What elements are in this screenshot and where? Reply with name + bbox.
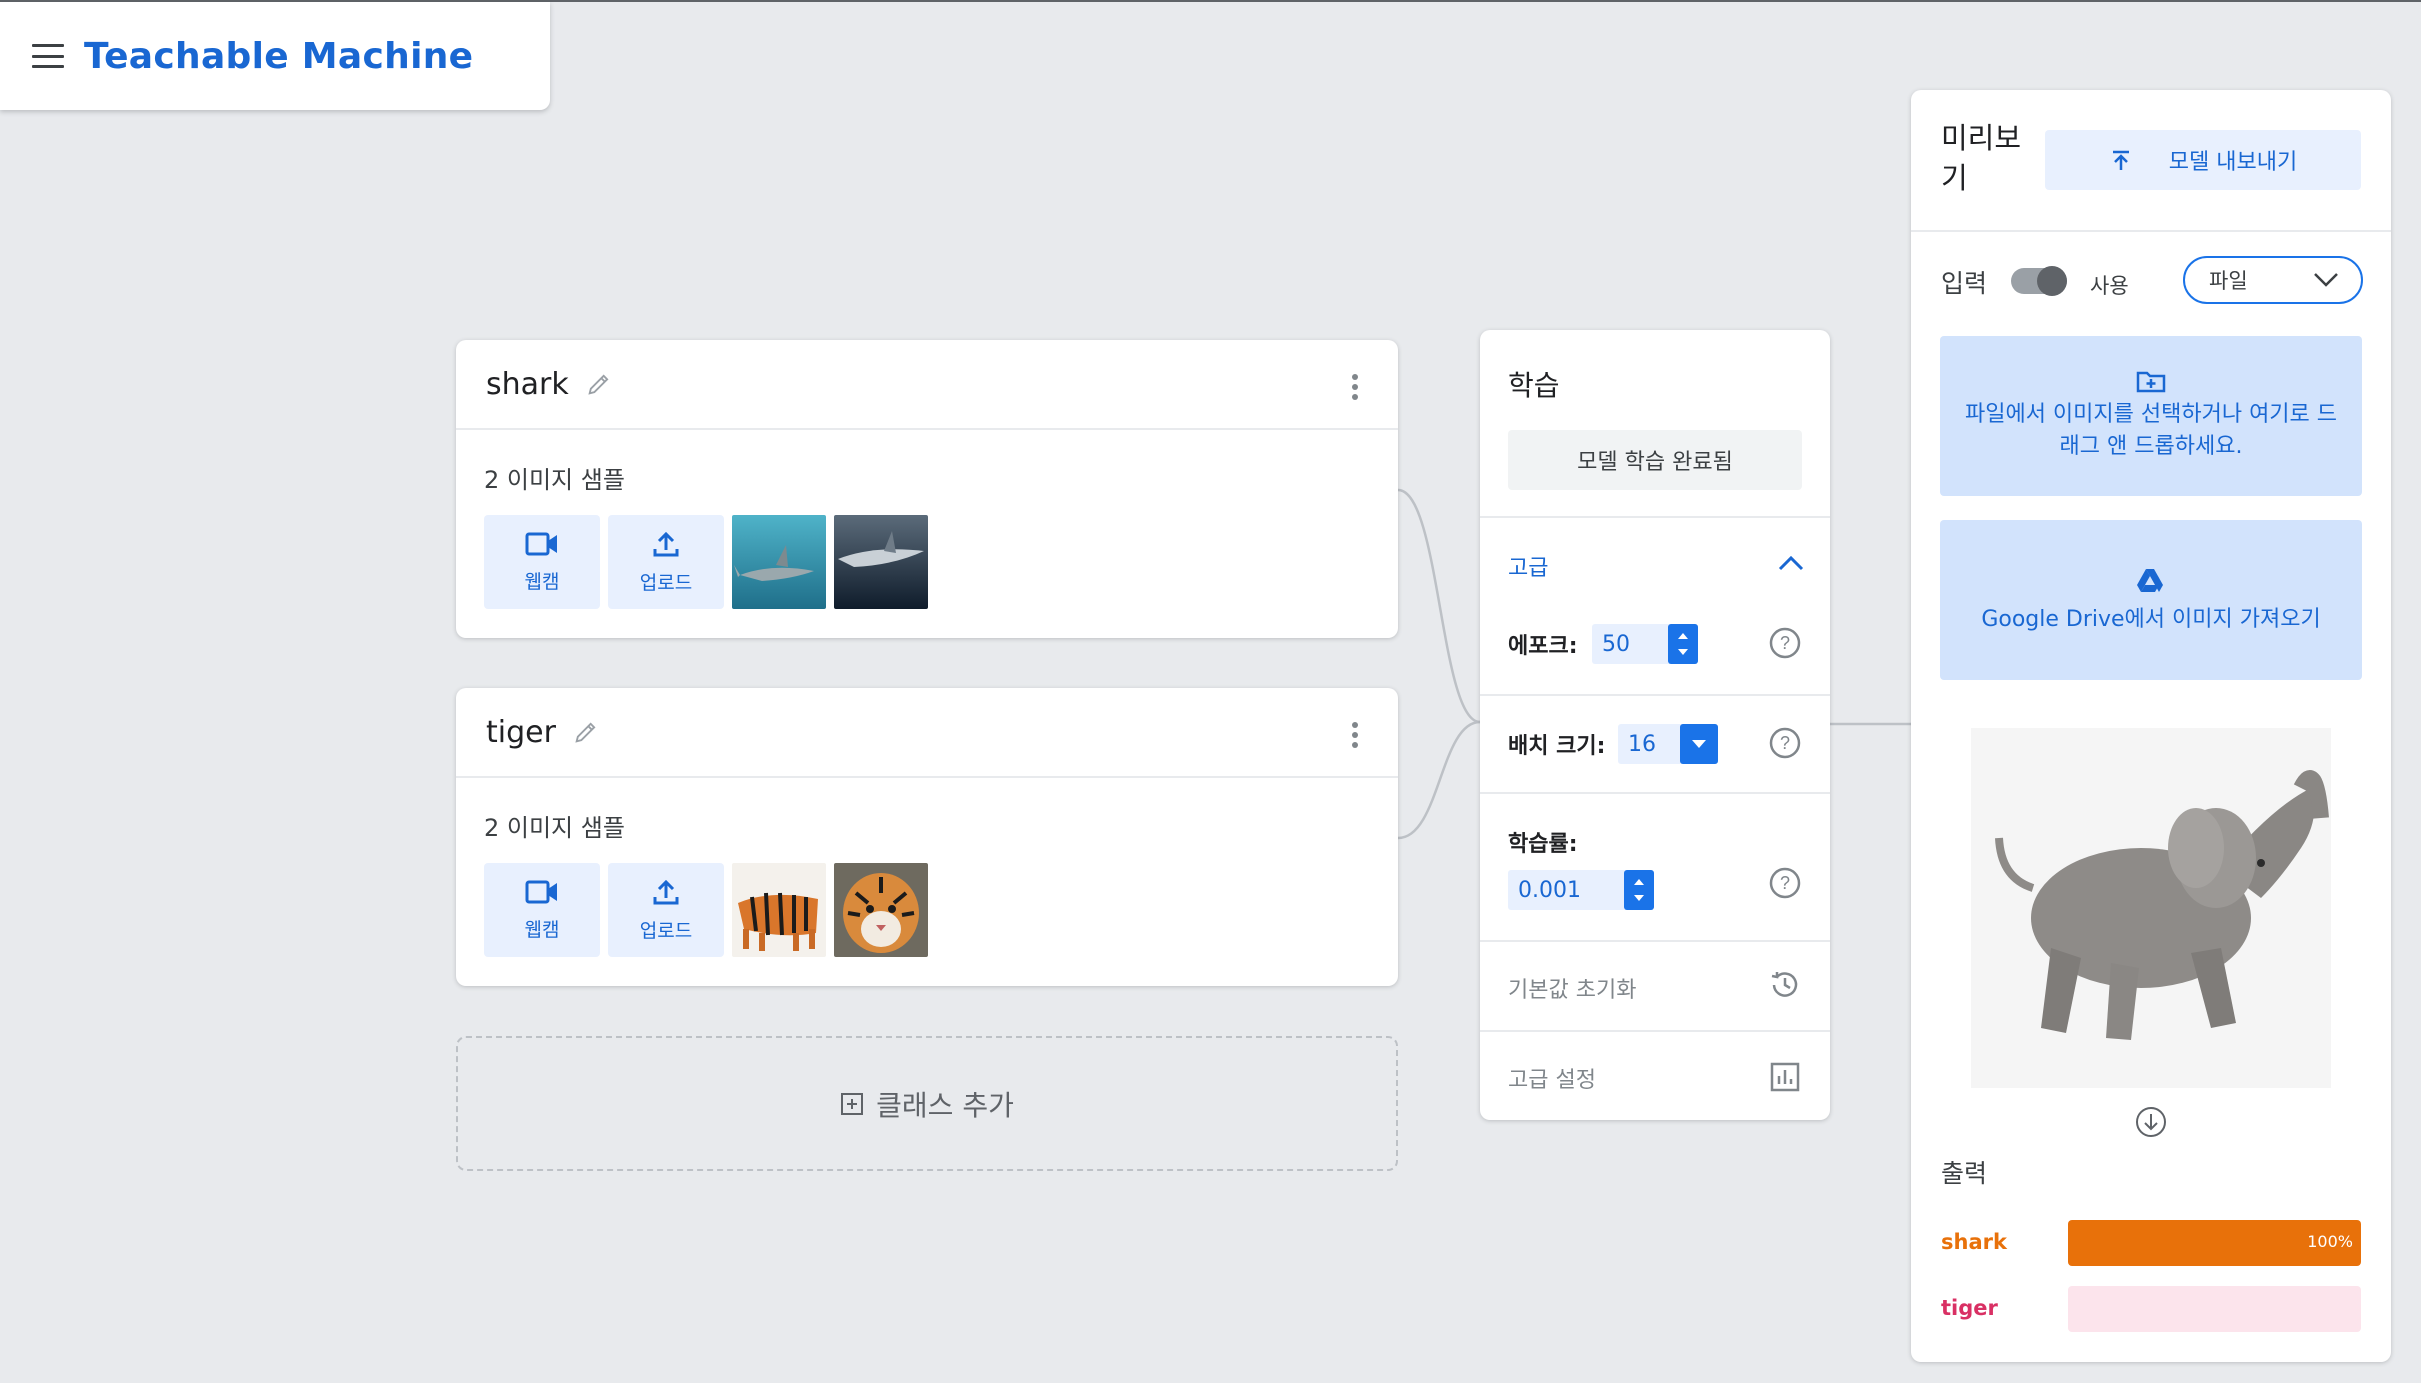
bar-chart-icon[interactable]: [1768, 1060, 1802, 1094]
svg-text:?: ?: [1780, 633, 1790, 653]
input-toggle[interactable]: [2011, 266, 2067, 296]
chevron-down-icon: [2314, 273, 2338, 287]
reset-defaults-button[interactable]: 기본값 초기화: [1508, 972, 1636, 1004]
input-source-select[interactable]: 파일: [2183, 256, 2363, 304]
add-box-icon: [841, 1092, 864, 1115]
upload-icon: [2112, 150, 2129, 170]
divider: [1480, 1030, 1830, 1032]
webcam-icon: [525, 532, 557, 555]
sample-thumbnail[interactable]: [732, 863, 826, 957]
upload-button[interactable]: 업로드: [608, 515, 724, 609]
menu-icon[interactable]: [32, 44, 64, 68]
confidence-percent: 100%: [2307, 1232, 2353, 1251]
arrow-down-icon: [2136, 1107, 2166, 1137]
folder-add-icon: [2136, 371, 2166, 393]
more-options-icon[interactable]: [1352, 374, 1358, 400]
preview-title: 미리보기: [1941, 121, 2022, 195]
webcam-button[interactable]: 웹캠: [484, 863, 600, 957]
sample-thumbnail[interactable]: [834, 515, 928, 609]
google-drive-text: Google Drive에서 이미지 가져오기: [1981, 607, 2321, 632]
preview-panel: 미리보기 모델 내보내기 입력 사용 파일 파일에서 이미지를 선택하거나 여기…: [1911, 90, 2391, 1362]
divider: [1480, 940, 1830, 942]
training-panel: 학습 모델 학습 완료됨 고급 에포크: 50 ? 배치 크기: 16 ? 학습…: [1480, 330, 1830, 1120]
svg-text:?: ?: [1780, 873, 1790, 893]
preview-image: [1971, 728, 2331, 1088]
confidence-bar-track: 100%: [2068, 1220, 2361, 1266]
batch-size-value: 16: [1628, 731, 1656, 757]
sample-count: 2 이미지 샘플: [484, 814, 625, 842]
epochs-input[interactable]: 50: [1592, 624, 1698, 664]
upload-icon: [653, 531, 679, 556]
output-row-tiger: tiger: [1941, 1286, 2361, 1332]
upload-label: 업로드: [639, 919, 693, 942]
add-class-button[interactable]: 클래스 추가: [456, 1036, 1398, 1171]
app-title[interactable]: Teachable Machine: [84, 36, 473, 77]
train-model-button[interactable]: 모델 학습 완료됨: [1508, 430, 1802, 490]
webcam-label: 웹캠: [524, 918, 560, 941]
class-name[interactable]: tiger: [486, 715, 556, 750]
webcam-label: 웹캠: [524, 570, 560, 593]
learning-rate-input[interactable]: 0.001: [1508, 870, 1654, 910]
epochs-value: 50: [1602, 631, 1630, 657]
drop-zone-text: 파일에서 이미지를 선택하거나 여기로 드래그 앤 드롭하세요.: [1964, 402, 2338, 459]
divider: [1480, 792, 1830, 794]
webcam-button[interactable]: 웹캠: [484, 515, 600, 609]
help-icon[interactable]: ?: [1768, 866, 1802, 900]
sample-thumbnail[interactable]: [834, 863, 928, 957]
advanced-settings-button[interactable]: 고급 설정: [1508, 1062, 1596, 1094]
help-icon[interactable]: ?: [1768, 626, 1802, 660]
output-row-shark: shark 100%: [1941, 1220, 2361, 1266]
webcam-icon: [525, 880, 557, 903]
app-header: Teachable Machine: [0, 2, 550, 110]
output-class-name: shark: [1941, 1230, 2007, 1254]
google-drive-button[interactable]: Google Drive에서 이미지 가져오기: [1940, 520, 2362, 680]
upload-button[interactable]: 업로드: [608, 863, 724, 957]
learning-rate-value: 0.001: [1518, 877, 1581, 903]
confidence-bar-track: [2068, 1286, 2361, 1332]
learning-rate-label: 학습률:: [1508, 832, 1578, 857]
google-drive-icon: [2137, 569, 2163, 592]
class-card-shark: shark 2 이미지 샘플 웹캠 업로드: [456, 340, 1398, 638]
divider: [1480, 516, 1830, 518]
class-name[interactable]: shark: [486, 367, 569, 402]
edit-pencil-icon[interactable]: [585, 370, 613, 398]
epochs-spinner[interactable]: [1668, 624, 1698, 664]
input-source-value: 파일: [2209, 269, 2248, 293]
export-model-button[interactable]: 모델 내보내기: [2045, 130, 2361, 190]
export-label: 모델 내보내기: [2168, 150, 2298, 175]
training-title: 학습: [1508, 369, 1560, 402]
upload-label: 업로드: [639, 571, 693, 594]
more-options-icon[interactable]: [1352, 722, 1358, 748]
batch-size-label: 배치 크기:: [1508, 734, 1606, 759]
file-drop-zone[interactable]: 파일에서 이미지를 선택하거나 여기로 드래그 앤 드롭하세요.: [1940, 336, 2362, 496]
upload-icon: [653, 879, 679, 904]
sample-count: 2 이미지 샘플: [484, 466, 625, 494]
help-icon[interactable]: ?: [1768, 726, 1802, 760]
divider: [1480, 694, 1830, 696]
output-label: 출력: [1941, 1159, 1988, 1188]
batch-size-select[interactable]: 16: [1618, 724, 1718, 764]
epochs-label: 에포크:: [1508, 634, 1578, 659]
learning-rate-spinner[interactable]: [1624, 870, 1654, 910]
edit-pencil-icon[interactable]: [572, 718, 600, 746]
toggle-label: 사용: [2090, 274, 2129, 298]
class-card-tiger: tiger 2 이미지 샘플 웹캠 업로드: [456, 688, 1398, 986]
chevron-down-icon[interactable]: [1680, 724, 1718, 764]
chevron-up-icon[interactable]: [1778, 554, 1804, 572]
input-label: 입력: [1941, 269, 1988, 298]
advanced-toggle[interactable]: 고급: [1508, 550, 1548, 582]
add-class-label: 클래스 추가: [876, 1088, 1014, 1122]
sample-thumbnail[interactable]: [732, 515, 826, 609]
output-class-name: tiger: [1941, 1296, 1998, 1320]
svg-text:?: ?: [1780, 733, 1790, 753]
divider: [1911, 230, 2391, 232]
history-icon[interactable]: [1768, 968, 1802, 1002]
